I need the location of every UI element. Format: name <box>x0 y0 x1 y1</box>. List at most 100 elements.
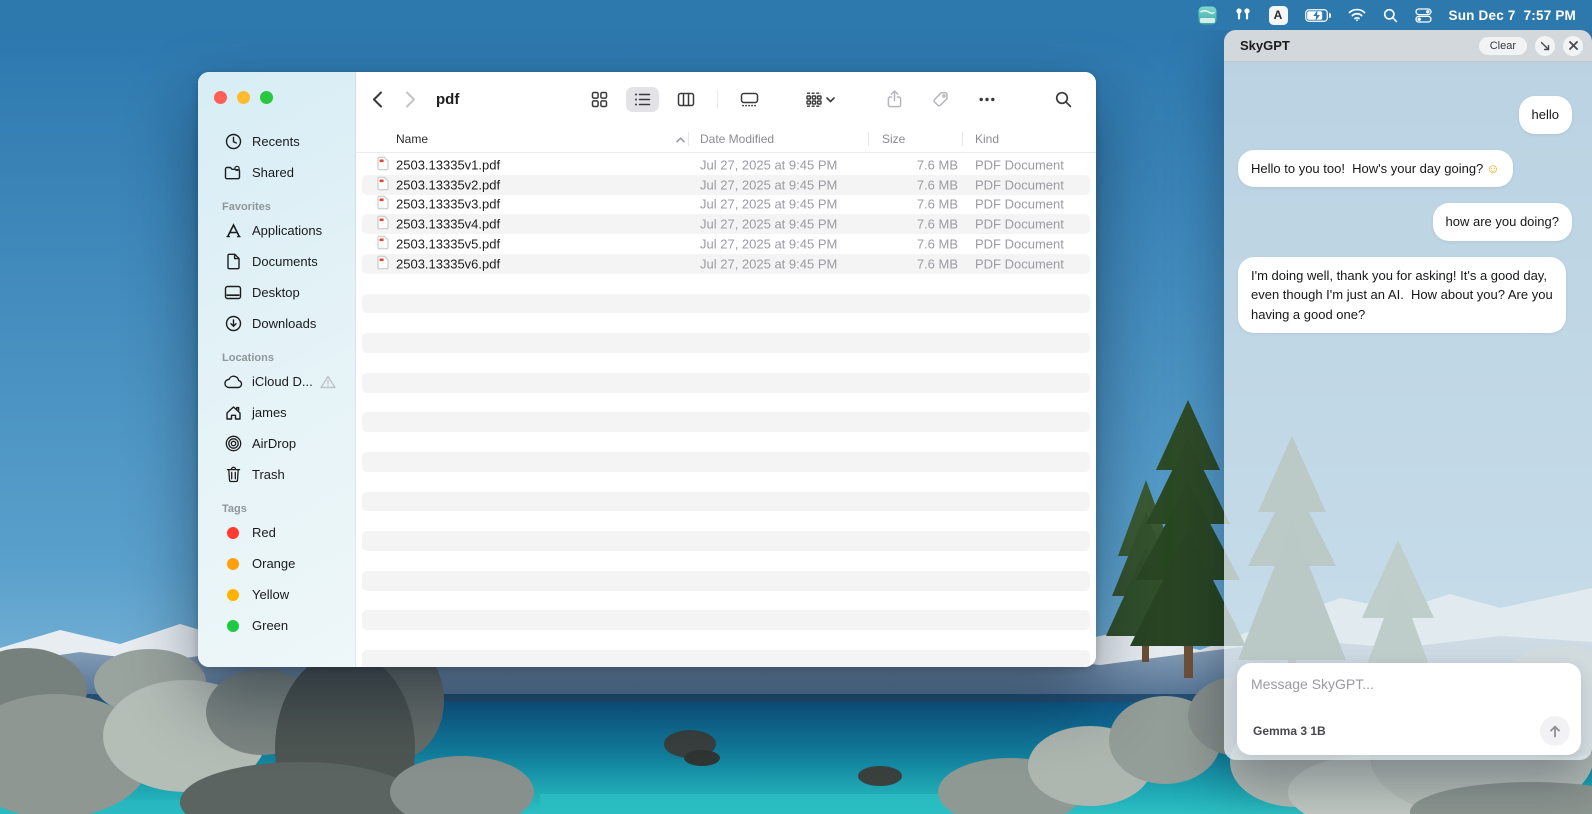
message-input[interactable] <box>1251 676 1567 692</box>
orange-tag-icon <box>223 554 243 574</box>
chat-message-list: hello Hello to you too! How's your day g… <box>1224 62 1592 655</box>
app-menu-icon[interactable] <box>1198 5 1217 25</box>
battery-icon[interactable] <box>1304 5 1331 25</box>
file-date: Jul 27, 2025 at 9:45 PM <box>700 196 838 212</box>
file-size: 7.6 MB <box>916 196 958 212</box>
column-header-kind[interactable]: Kind <box>975 132 999 146</box>
file-kind: PDF Document <box>975 256 1064 272</box>
icon-view-button[interactable] <box>583 86 616 113</box>
skygpt-panel: SkyGPT Clear hello Hello to you too! How… <box>1224 30 1592 760</box>
empty-row <box>362 472 1090 492</box>
file-name: 2503.13335v1.pdf <box>396 157 501 173</box>
spotlight-icon[interactable] <box>1383 5 1398 25</box>
file-kind: PDF Document <box>975 236 1064 252</box>
empty-row <box>362 293 1090 314</box>
empty-row <box>362 274 1090 294</box>
sidebar-item-airdrop[interactable]: AirDrop <box>198 428 355 459</box>
share-button[interactable] <box>879 85 910 113</box>
file-date: Jul 27, 2025 at 9:45 PM <box>700 236 838 252</box>
sidebar-tag-orange[interactable]: Orange <box>198 548 355 579</box>
sidebar-item-label: Red <box>252 525 276 540</box>
control-center-icon[interactable] <box>1414 5 1432 25</box>
sidebar-item-documents[interactable]: Documents <box>198 246 355 277</box>
sidebar-item-applications[interactable]: Applications <box>198 215 355 246</box>
sidebar-section-favorites: Favorites <box>222 201 271 213</box>
empty-row <box>362 372 1090 393</box>
wifi-icon[interactable] <box>1348 5 1366 25</box>
sidebar-item-label: Yellow <box>252 587 290 602</box>
more-options-button[interactable] <box>971 92 1003 107</box>
user-message: hello <box>1518 96 1572 134</box>
file-kind: PDF Document <box>975 157 1064 173</box>
minimize-window-button[interactable] <box>237 91 250 104</box>
chevron-down-icon <box>826 90 835 108</box>
forward-button[interactable] <box>405 91 416 108</box>
sidebar-item-trash[interactable]: Trash <box>198 459 355 490</box>
table-row[interactable]: 2503.13335v6.pdf Jul 27, 2025 at 9:45 PM… <box>362 253 1090 274</box>
chat-input-card: Gemma 3 1B <box>1237 663 1581 755</box>
menubar-date: Sun Dec 7 <box>1448 7 1516 23</box>
clear-button[interactable]: Clear <box>1478 36 1527 55</box>
close-window-button[interactable] <box>214 91 227 104</box>
desktop: A Sun Dec 7 7:57 PM Recents Shared Favor… <box>0 0 1592 814</box>
sidebar-item-recents[interactable]: Recents <box>198 126 355 157</box>
view-switcher <box>583 86 767 113</box>
table-row[interactable]: 2503.13335v5.pdf Jul 27, 2025 at 9:45 PM… <box>362 234 1090 254</box>
back-button[interactable] <box>372 91 383 108</box>
list-view-button[interactable] <box>626 86 659 112</box>
sidebar-tag-red[interactable]: Red <box>198 517 355 548</box>
finder-window: Recents Shared Favorites Applications Do… <box>198 72 1096 667</box>
assistant-message: I'm doing well, thank you for asking! It… <box>1238 256 1566 333</box>
popout-icon[interactable] <box>1535 35 1555 56</box>
zoom-window-button[interactable] <box>260 91 273 104</box>
file-date: Jul 27, 2025 at 9:45 PM <box>700 177 838 193</box>
assistant-message: Hello to you too! How's your day going? ☺ <box>1238 149 1513 187</box>
empty-row <box>362 610 1090 631</box>
table-row[interactable]: 2503.13335v1.pdf Jul 27, 2025 at 9:45 PM… <box>362 155 1090 175</box>
table-row[interactable]: 2503.13335v3.pdf Jul 27, 2025 at 9:45 PM… <box>362 195 1090 215</box>
input-source-icon[interactable]: A <box>1268 5 1288 25</box>
sidebar-tag-yellow[interactable]: Yellow <box>198 579 355 610</box>
sidebar-item-label: Documents <box>252 254 318 269</box>
green-tag-icon <box>223 616 243 636</box>
empty-row <box>362 353 1090 373</box>
close-icon[interactable] <box>1563 35 1583 56</box>
menubar-clock[interactable]: Sun Dec 7 7:57 PM <box>1449 8 1577 23</box>
window-controls <box>214 91 355 104</box>
sidebar-item-downloads[interactable]: Downloads <box>198 308 355 339</box>
column-header-name[interactable]: Name <box>396 132 428 146</box>
column-header-date-modified[interactable]: Date Modified <box>700 132 774 146</box>
airpods-icon[interactable] <box>1234 5 1252 25</box>
sidebar-item-shared[interactable]: Shared <box>198 157 355 188</box>
sidebar-tag-green[interactable]: Green <box>198 610 355 641</box>
sidebar-item-home[interactable]: james <box>198 397 355 428</box>
file-kind: PDF Document <box>975 177 1064 193</box>
file-name: 2503.13335v4.pdf <box>396 216 501 232</box>
yellow-tag-icon <box>223 585 243 605</box>
gallery-view-button[interactable] <box>732 87 767 112</box>
empty-row <box>362 393 1090 413</box>
file-name: 2503.13335v2.pdf <box>396 177 501 193</box>
model-selector[interactable]: Gemma 3 1B <box>1253 724 1326 738</box>
table-row[interactable]: 2503.13335v4.pdf Jul 27, 2025 at 9:45 PM… <box>362 214 1090 235</box>
applications-icon <box>223 221 243 241</box>
group-by-button[interactable] <box>797 85 843 113</box>
list-column-header: Name Date Modified Size Kind <box>356 126 1096 153</box>
tag-button[interactable] <box>924 86 957 113</box>
send-button[interactable] <box>1540 716 1570 746</box>
trash-icon <box>223 465 243 485</box>
menubar-time: 7:57 PM <box>1523 7 1576 23</box>
downloads-icon <box>223 314 243 334</box>
file-date: Jul 27, 2025 at 9:45 PM <box>700 256 838 272</box>
user-message: how are you doing? <box>1432 203 1572 241</box>
sidebar-item-desktop[interactable]: Desktop <box>198 277 355 308</box>
column-header-size[interactable]: Size <box>882 132 905 146</box>
search-icon[interactable] <box>1047 86 1080 113</box>
sidebar-item-icloud[interactable]: iCloud D... <box>198 366 355 397</box>
empty-row <box>362 412 1090 433</box>
sidebar-section-locations: Locations <box>222 352 274 364</box>
file-size: 7.6 MB <box>916 216 958 232</box>
table-row[interactable]: 2503.13335v2.pdf Jul 27, 2025 at 9:45 PM… <box>362 174 1090 195</box>
file-kind: PDF Document <box>975 196 1064 212</box>
column-view-button[interactable] <box>669 87 703 112</box>
